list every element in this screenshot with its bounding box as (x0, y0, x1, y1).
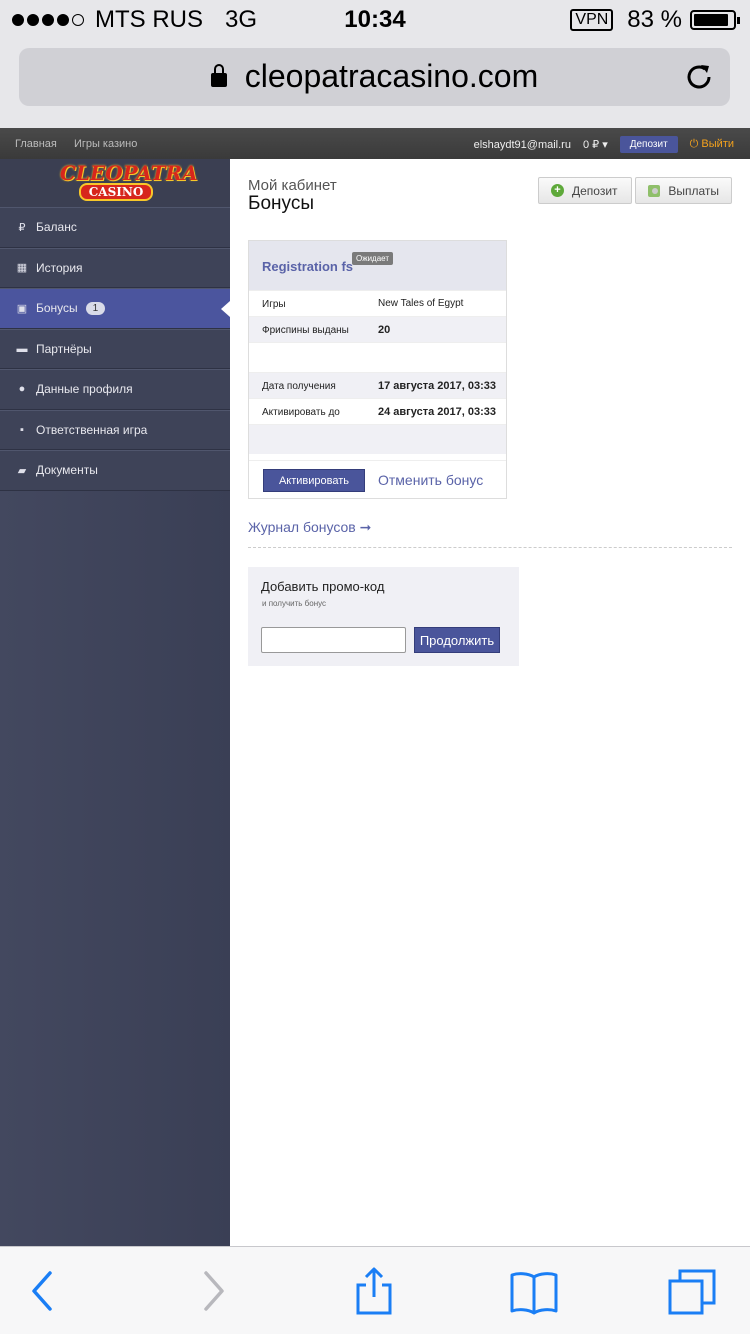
info-icon: ● (18, 383, 26, 396)
row-value: 17 августа 2017, 03:33 (378, 380, 496, 392)
bonus-journal-link[interactable]: Журнал бонусов ➞ (248, 519, 371, 536)
lock-icon (210, 64, 227, 87)
bonus-card: Registration fs Ожидает Игры New Tales o… (248, 240, 507, 499)
back-icon[interactable] (20, 1267, 68, 1315)
sidebar-item-partners[interactable]: ▬ Партнёры (0, 328, 230, 369)
bonus-title: Registration fs (262, 259, 354, 274)
sidebar-item-label: Баланс (36, 220, 77, 235)
site-topbar: Главная Игры казино elshaydt91@mail.ru 0… (0, 128, 750, 159)
sidebar-item-documents[interactable]: ▰ Документы (0, 450, 230, 491)
sidebar-item-responsible-gaming[interactable]: ▪ Ответственная игра (0, 409, 230, 450)
deposit-button[interactable]: + Депозит (538, 177, 632, 204)
row-key: Игры (262, 299, 286, 310)
activate-button[interactable]: Активировать (263, 469, 365, 492)
sidebar-item-label: Документы (36, 463, 98, 478)
row-key: Активировать до (262, 407, 340, 418)
spacer-row (249, 424, 506, 454)
table-row: Дата получения 17 августа 2017, 03:33 (249, 372, 506, 398)
bonus-count-badge: 1 (85, 301, 106, 315)
sidebar-item-profile[interactable]: ● Данные профиля (0, 369, 230, 410)
sidebar-item-label: Бонусы (36, 301, 78, 316)
row-key: Фриспины выданы (262, 325, 349, 336)
briefcase-icon: ▬ (16, 342, 28, 355)
folder-icon: ▰ (17, 464, 27, 477)
payouts-button-label: Выплаты (668, 183, 719, 198)
vpn-indicator: VPN (570, 9, 614, 31)
sidebar-item-label: Ответственная игра (36, 422, 148, 437)
promo-submit-button[interactable]: Продолжить (414, 627, 500, 653)
table-row: Игры New Tales of Egypt (249, 290, 506, 316)
row-value: 20 (378, 324, 391, 336)
promo-code-input[interactable] (261, 627, 406, 653)
status-bar: MTS RUS 3G 10:34 VPN 83 % (0, 0, 750, 40)
url-text[interactable]: cleopatracasino.com (245, 58, 538, 94)
balance-dropdown[interactable]: 0 ₽ ▾ (583, 138, 608, 151)
promo-title: Добавить промо-код (261, 579, 385, 594)
sidebar-item-balance[interactable]: ₽ Баланс (0, 207, 230, 248)
logout-link[interactable]: ⏻ Выйти (690, 138, 734, 151)
row-value: New Tales of Egypt (378, 298, 464, 309)
browser-bottom-bar (0, 1246, 750, 1334)
promo-code-panel: Добавить промо-код и получить бонус Прод… (248, 567, 519, 666)
gift-icon: ▣ (16, 302, 28, 315)
deposit-button-label: Депозит (572, 183, 618, 198)
status-badge: Ожидает (352, 252, 394, 265)
sidebar-item-label: Данные профиля (36, 382, 133, 397)
user-email[interactable]: elshaydt91@mail.ru (474, 139, 571, 151)
nav-link-home[interactable]: Главная (15, 138, 57, 150)
share-icon[interactable] (350, 1267, 398, 1315)
row-key: Дата получения (262, 381, 336, 392)
sidebar-item-history[interactable]: ▦ История (0, 247, 230, 288)
spacer-row (249, 342, 506, 372)
sidebar-item-label: Партнёры (36, 341, 92, 356)
nav-link-casino-games[interactable]: Игры казино (74, 138, 137, 150)
sidebar: CLEOPATRA CASINO ₽ Баланс ▦ История ▣ Бо… (0, 159, 230, 1246)
page-title: Бонусы (248, 193, 314, 214)
bookmarks-icon[interactable] (510, 1267, 558, 1315)
casino-logo[interactable]: CLEOPATRA CASINO (60, 163, 198, 201)
divider (248, 547, 732, 548)
calendar-icon: ▦ (16, 262, 28, 275)
row-value: 24 августа 2017, 03:33 (378, 406, 496, 418)
ruble-icon: ₽ (18, 221, 26, 234)
lock-icon: ▪ (20, 423, 24, 436)
reload-icon[interactable] (682, 60, 716, 94)
address-bar[interactable]: cleopatracasino.com (19, 48, 730, 106)
promo-subtitle: и получить бонус (262, 599, 327, 608)
money-icon (648, 184, 661, 197)
table-row: Активировать до 24 августа 2017, 03:33 (249, 398, 506, 424)
browser-toolbar: cleopatracasino.com (0, 40, 750, 128)
topbar-deposit-button[interactable]: Депозит (619, 136, 678, 153)
plus-circle-icon: + (551, 184, 564, 197)
main-content: Мой кабинет Бонусы + Депозит Выплаты Reg… (230, 159, 750, 1246)
sidebar-item-bonuses[interactable]: ▣ Бонусы 1 (0, 288, 230, 329)
breadcrumb[interactable]: Мой кабинет (248, 177, 337, 194)
table-row: Фриспины выданы 20 (249, 316, 506, 342)
payouts-button[interactable]: Выплаты (635, 177, 732, 204)
battery-percent: 83 % (627, 6, 682, 33)
battery-icon (690, 10, 740, 30)
cancel-bonus-link[interactable]: Отменить бонус (378, 472, 483, 488)
forward-icon[interactable] (188, 1267, 236, 1315)
sidebar-item-label: История (36, 260, 83, 275)
tabs-icon[interactable] (668, 1267, 716, 1315)
